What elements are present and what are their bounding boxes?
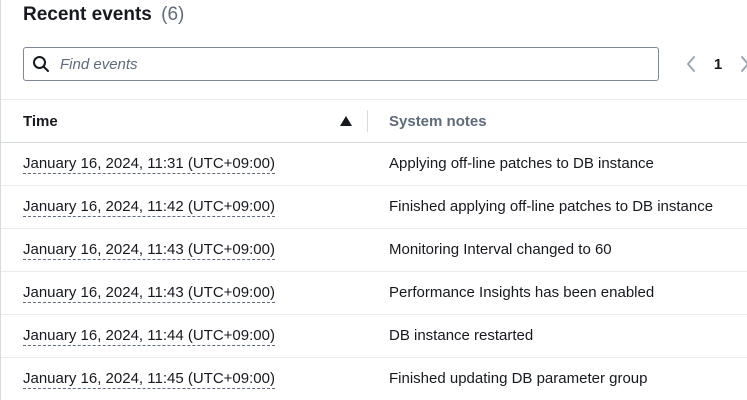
event-note: Finished updating DB parameter group bbox=[389, 370, 648, 387]
event-time-link[interactable]: January 16, 2024, 11:45 (UTC+09:00) bbox=[23, 370, 275, 389]
table-row: January 16, 2024, 11:45 (UTC+09:00) Fini… bbox=[1, 358, 747, 400]
event-count: (6) bbox=[161, 4, 185, 25]
table-header: Time System notes bbox=[1, 99, 747, 143]
event-time-link[interactable]: January 16, 2024, 11:43 (UTC+09:00) bbox=[23, 241, 275, 260]
table-body: January 16, 2024, 11:31 (UTC+09:00) Appl… bbox=[1, 143, 747, 400]
chevron-right-icon[interactable] bbox=[733, 48, 747, 80]
pagination: 1 bbox=[679, 48, 747, 80]
column-header-notes: System notes bbox=[389, 112, 487, 130]
panel-title: Recent events bbox=[23, 4, 152, 25]
search-input[interactable] bbox=[58, 49, 658, 79]
event-note: Performance Insights has been enabled bbox=[389, 284, 655, 301]
event-note: DB instance restarted bbox=[389, 327, 534, 344]
table-row: January 16, 2024, 11:44 (UTC+09:00) DB i… bbox=[1, 315, 747, 358]
page-number-current[interactable]: 1 bbox=[703, 56, 733, 73]
event-note: Finished applying off-line patches to DB… bbox=[389, 198, 714, 215]
search-box[interactable] bbox=[23, 47, 659, 81]
event-time-link[interactable]: January 16, 2024, 11:44 (UTC+09:00) bbox=[23, 327, 275, 346]
table-row: January 16, 2024, 11:43 (UTC+09:00) Perf… bbox=[1, 272, 747, 315]
table-row: January 16, 2024, 11:43 (UTC+09:00) Moni… bbox=[1, 229, 747, 272]
event-time-link[interactable]: January 16, 2024, 11:43 (UTC+09:00) bbox=[23, 284, 275, 303]
column-header-time[interactable]: Time bbox=[23, 113, 58, 130]
chevron-left-icon[interactable] bbox=[679, 48, 703, 80]
panel-header: Recent events (6) bbox=[23, 4, 184, 26]
sort-ascending-icon[interactable] bbox=[339, 114, 353, 126]
event-note: Applying off-line patches to DB instance bbox=[389, 155, 654, 172]
table-row: January 16, 2024, 11:42 (UTC+09:00) Fini… bbox=[1, 186, 747, 229]
events-table: Time System notes January 16, 2024, 11:3… bbox=[1, 99, 747, 400]
search-icon bbox=[24, 48, 58, 80]
recent-events-panel: Recent events (6) 1 Time bbox=[0, 0, 747, 400]
event-time-link[interactable]: January 16, 2024, 11:31 (UTC+09:00) bbox=[23, 155, 275, 174]
column-divider[interactable] bbox=[367, 110, 368, 132]
event-note: Monitoring Interval changed to 60 bbox=[389, 241, 612, 258]
table-row: January 16, 2024, 11:31 (UTC+09:00) Appl… bbox=[1, 143, 747, 186]
event-time-link[interactable]: January 16, 2024, 11:42 (UTC+09:00) bbox=[23, 198, 275, 217]
